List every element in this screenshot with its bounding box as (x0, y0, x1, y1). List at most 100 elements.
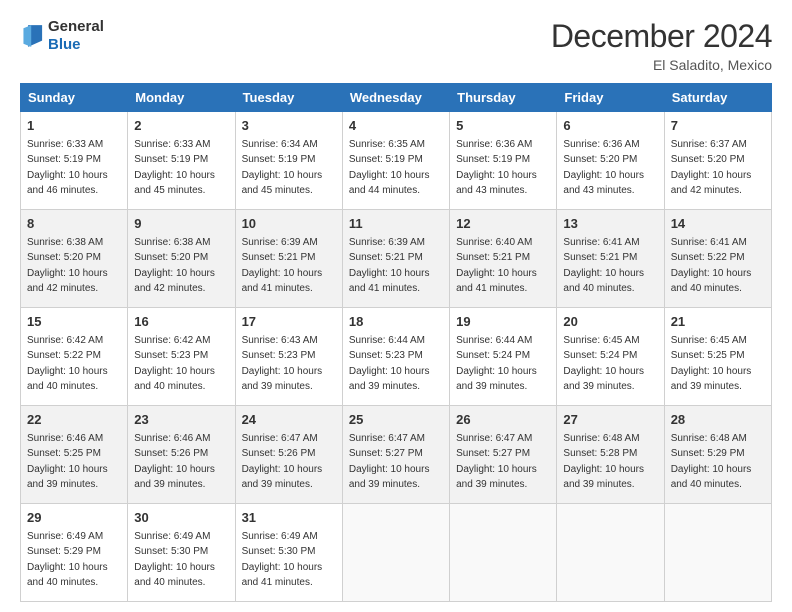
weekday-header-cell: Monday (128, 84, 235, 112)
day-info: Sunrise: 6:42 AMSunset: 5:23 PMDaylight:… (134, 335, 215, 393)
calendar-cell: 22 Sunrise: 6:46 AMSunset: 5:25 PMDayligh… (21, 406, 128, 504)
calendar-cell: 20 Sunrise: 6:45 AMSunset: 5:24 PMDayligh… (557, 308, 664, 406)
calendar-cell: 4 Sunrise: 6:35 AMSunset: 5:19 PMDaylight… (342, 112, 449, 210)
day-info: Sunrise: 6:49 AMSunset: 5:30 PMDaylight:… (134, 531, 215, 589)
day-number: 26 (456, 411, 550, 430)
day-number: 20 (563, 313, 657, 332)
weekday-header-cell: Friday (557, 84, 664, 112)
day-number: 31 (242, 509, 336, 528)
day-info: Sunrise: 6:39 AMSunset: 5:21 PMDaylight:… (242, 237, 323, 295)
day-info: Sunrise: 6:34 AMSunset: 5:19 PMDaylight:… (242, 139, 323, 197)
day-info: Sunrise: 6:38 AMSunset: 5:20 PMDaylight:… (134, 237, 215, 295)
calendar-cell: 21 Sunrise: 6:45 AMSunset: 5:25 PMDayligh… (664, 308, 771, 406)
calendar-cell: 13Sunrise: 6:41 AMSunset: 5:21 PMDayligh… (557, 210, 664, 308)
calendar-cell: 26 Sunrise: 6:47 AMSunset: 5:27 PMDayligh… (450, 406, 557, 504)
day-number: 24 (242, 411, 336, 430)
day-number: 16 (134, 313, 228, 332)
day-number: 14 (671, 215, 765, 234)
day-info: Sunrise: 6:49 AMSunset: 5:30 PMDaylight:… (242, 531, 323, 589)
logo: General Blue (20, 18, 104, 54)
month-title: December 2024 (551, 18, 772, 55)
calendar-cell: 31 Sunrise: 6:49 AMSunset: 5:30 PMDayligh… (235, 504, 342, 602)
day-number: 10 (242, 215, 336, 234)
day-info: Sunrise: 6:49 AMSunset: 5:29 PMDaylight:… (27, 531, 108, 589)
day-number: 8 (27, 215, 121, 234)
calendar-cell (557, 504, 664, 602)
calendar-cell: 8Sunrise: 6:38 AMSunset: 5:20 PMDaylight… (21, 210, 128, 308)
day-number: 30 (134, 509, 228, 528)
title-block: December 2024 El Saladito, Mexico (551, 18, 772, 73)
weekday-header-cell: Sunday (21, 84, 128, 112)
calendar-cell: 1Sunrise: 6:33 AMSunset: 5:19 PMDaylight… (21, 112, 128, 210)
day-number: 25 (349, 411, 443, 430)
day-number: 7 (671, 117, 765, 136)
day-info: Sunrise: 6:46 AMSunset: 5:26 PMDaylight:… (134, 433, 215, 491)
calendar-cell: 15 Sunrise: 6:42 AMSunset: 5:22 PMDayligh… (21, 308, 128, 406)
day-number: 21 (671, 313, 765, 332)
day-info: Sunrise: 6:37 AMSunset: 5:20 PMDaylight:… (671, 139, 752, 197)
calendar-cell: 11 Sunrise: 6:39 AMSunset: 5:21 PMDayligh… (342, 210, 449, 308)
weekday-header-cell: Thursday (450, 84, 557, 112)
day-number: 15 (27, 313, 121, 332)
logo-icon (20, 22, 44, 50)
day-info: Sunrise: 6:39 AMSunset: 5:21 PMDaylight:… (349, 237, 430, 295)
calendar-cell: 2 Sunrise: 6:33 AMSunset: 5:19 PMDaylight… (128, 112, 235, 210)
calendar-cell: 9 Sunrise: 6:38 AMSunset: 5:20 PMDaylight… (128, 210, 235, 308)
calendar-cell: 24 Sunrise: 6:47 AMSunset: 5:26 PMDayligh… (235, 406, 342, 504)
header: General Blue December 2024 El Saladito, … (20, 18, 772, 73)
calendar-cell: 5 Sunrise: 6:36 AMSunset: 5:19 PMDaylight… (450, 112, 557, 210)
day-number: 22 (27, 411, 121, 430)
day-number: 9 (134, 215, 228, 234)
calendar-cell: 23Sunrise: 6:46 AMSunset: 5:26 PMDayligh… (128, 406, 235, 504)
day-info: Sunrise: 6:45 AMSunset: 5:25 PMDaylight:… (671, 335, 752, 393)
calendar-cell: 25 Sunrise: 6:47 AMSunset: 5:27 PMDayligh… (342, 406, 449, 504)
calendar-table: SundayMondayTuesdayWednesdayThursdayFrid… (20, 83, 772, 602)
day-info: Sunrise: 6:44 AMSunset: 5:23 PMDaylight:… (349, 335, 430, 393)
day-number: 3 (242, 117, 336, 136)
day-number: 29 (27, 509, 121, 528)
day-number: 12 (456, 215, 550, 234)
day-number: 6 (563, 117, 657, 136)
day-info: Sunrise: 6:47 AMSunset: 5:26 PMDaylight:… (242, 433, 323, 491)
day-info: Sunrise: 6:42 AMSunset: 5:22 PMDaylight:… (27, 335, 108, 393)
calendar-cell: 19 Sunrise: 6:44 AMSunset: 5:24 PMDayligh… (450, 308, 557, 406)
day-number: 5 (456, 117, 550, 136)
day-info: Sunrise: 6:47 AMSunset: 5:27 PMDaylight:… (456, 433, 537, 491)
calendar-cell: 7 Sunrise: 6:37 AMSunset: 5:20 PMDaylight… (664, 112, 771, 210)
calendar-cell (664, 504, 771, 602)
calendar-cell: 17 Sunrise: 6:43 AMSunset: 5:23 PMDayligh… (235, 308, 342, 406)
location: El Saladito, Mexico (551, 57, 772, 73)
day-info: Sunrise: 6:33 AMSunset: 5:19 PMDaylight:… (134, 139, 215, 197)
day-info: Sunrise: 6:36 AMSunset: 5:19 PMDaylight:… (456, 139, 537, 197)
day-info: Sunrise: 6:41 AMSunset: 5:22 PMDaylight:… (671, 237, 752, 295)
day-info: Sunrise: 6:45 AMSunset: 5:24 PMDaylight:… (563, 335, 644, 393)
day-info: Sunrise: 6:46 AMSunset: 5:25 PMDaylight:… (27, 433, 108, 491)
day-number: 4 (349, 117, 443, 136)
day-info: Sunrise: 6:33 AMSunset: 5:19 PMDaylight:… (27, 139, 108, 197)
calendar-cell: 6Sunrise: 6:36 AMSunset: 5:20 PMDaylight… (557, 112, 664, 210)
day-info: Sunrise: 6:47 AMSunset: 5:27 PMDaylight:… (349, 433, 430, 491)
day-info: Sunrise: 6:43 AMSunset: 5:23 PMDaylight:… (242, 335, 323, 393)
calendar-cell: 12Sunrise: 6:40 AMSunset: 5:21 PMDayligh… (450, 210, 557, 308)
weekday-header-cell: Tuesday (235, 84, 342, 112)
day-info: Sunrise: 6:48 AMSunset: 5:28 PMDaylight:… (563, 433, 644, 491)
day-info: Sunrise: 6:35 AMSunset: 5:19 PMDaylight:… (349, 139, 430, 197)
calendar-cell (450, 504, 557, 602)
day-number: 2 (134, 117, 228, 136)
day-number: 19 (456, 313, 550, 332)
calendar-cell: 28Sunrise: 6:48 AMSunset: 5:29 PMDayligh… (664, 406, 771, 504)
calendar-cell: 18 Sunrise: 6:44 AMSunset: 5:23 PMDayligh… (342, 308, 449, 406)
day-info: Sunrise: 6:44 AMSunset: 5:24 PMDaylight:… (456, 335, 537, 393)
day-number: 17 (242, 313, 336, 332)
day-number: 18 (349, 313, 443, 332)
calendar-cell: 10 Sunrise: 6:39 AMSunset: 5:21 PMDayligh… (235, 210, 342, 308)
weekday-header-cell: Wednesday (342, 84, 449, 112)
calendar-cell: 14 Sunrise: 6:41 AMSunset: 5:22 PMDayligh… (664, 210, 771, 308)
calendar-cell: 29 Sunrise: 6:49 AMSunset: 5:29 PMDayligh… (21, 504, 128, 602)
calendar-cell: 30 Sunrise: 6:49 AMSunset: 5:30 PMDayligh… (128, 504, 235, 602)
calendar-cell: 16 Sunrise: 6:42 AMSunset: 5:23 PMDayligh… (128, 308, 235, 406)
day-info: Sunrise: 6:41 AMSunset: 5:21 PMDaylight:… (563, 237, 644, 295)
day-number: 28 (671, 411, 765, 430)
day-number: 27 (563, 411, 657, 430)
day-number: 11 (349, 215, 443, 234)
